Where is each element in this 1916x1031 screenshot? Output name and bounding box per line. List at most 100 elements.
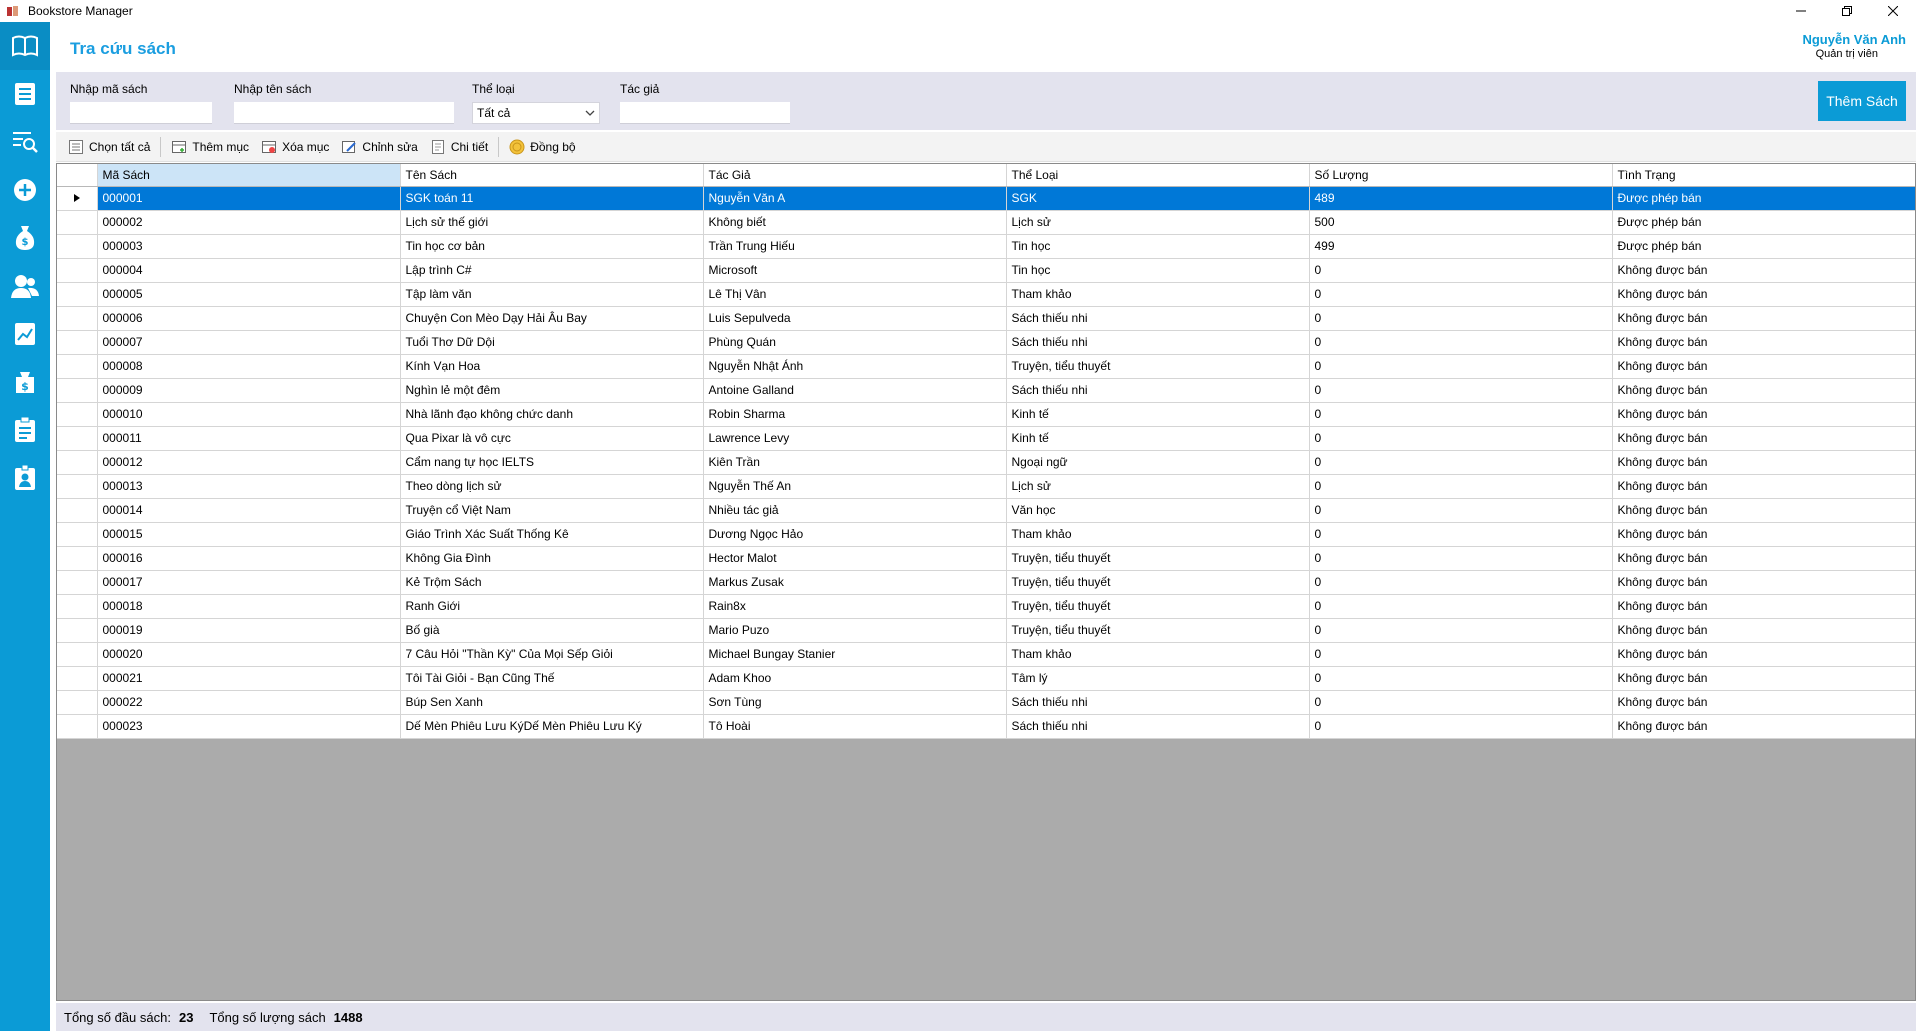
cell-ten-sach[interactable]: Ranh Giới <box>400 594 704 619</box>
cell-tac-gia[interactable]: Michael Bungay Stanier <box>703 642 1007 667</box>
column-header-ma-sach[interactable]: Mã Sách <box>97 164 401 187</box>
cell-the-loai[interactable]: Tham khảo <box>1006 642 1310 667</box>
cell-the-loai[interactable]: Truyện, tiểu thuyết <box>1006 594 1310 619</box>
cell-tac-gia[interactable]: Nguyễn Văn A <box>703 186 1007 211</box>
row-header[interactable] <box>57 498 98 523</box>
cell-so-luong[interactable]: 0 <box>1309 522 1613 547</box>
table-row[interactable]: 000004 Lập trình C# Microsoft Tin học 0 Không… <box>57 258 1915 283</box>
cell-so-luong[interactable]: 500 <box>1309 210 1613 235</box>
cell-ten-sach[interactable]: Tin học cơ bản <box>400 234 704 259</box>
cell-the-loai[interactable]: Văn học <box>1006 498 1310 523</box>
sidebar-item-tasks[interactable] <box>0 406 50 454</box>
cell-the-loai[interactable]: Tâm lý <box>1006 666 1310 691</box>
cell-ma-sach[interactable]: 000019 <box>97 618 401 643</box>
cell-ten-sach[interactable]: Truyện cổ Việt Nam <box>400 498 704 523</box>
cell-tinh-trang[interactable]: Không được bán <box>1612 666 1915 691</box>
table-row[interactable]: 000006 Chuyện Con Mèo Dạy Hải Âu Bay Luis … <box>57 306 1915 331</box>
cell-ten-sach[interactable]: Theo dòng lịch sử <box>400 474 704 499</box>
row-header[interactable] <box>57 234 98 259</box>
column-header-ten-sach[interactable]: Tên Sách <box>400 164 704 187</box>
cell-ma-sach[interactable]: 000016 <box>97 546 401 571</box>
ma-sach-input[interactable] <box>70 102 212 124</box>
delete-item-button[interactable]: Xóa mục <box>255 135 335 159</box>
table-row[interactable]: 000023 Dế Mèn Phiêu Lưu KýDế Mèn Phiêu Lư… <box>57 714 1915 739</box>
cell-ma-sach[interactable]: 000021 <box>97 666 401 691</box>
cell-ten-sach[interactable]: Búp Sen Xanh <box>400 690 704 715</box>
minimize-button[interactable] <box>1778 0 1824 22</box>
sidebar-item-report[interactable] <box>0 310 50 358</box>
row-header[interactable] <box>57 378 98 403</box>
row-header[interactable] <box>57 522 98 547</box>
cell-ten-sach[interactable]: Cẩm nang tự học IELTS <box>400 450 704 475</box>
cell-tac-gia[interactable]: Không biết <box>703 210 1007 235</box>
sidebar-item-books[interactable] <box>0 22 50 70</box>
sidebar-item-search[interactable] <box>0 118 50 166</box>
cell-the-loai[interactable]: Lịch sử <box>1006 210 1310 235</box>
column-header-tac-gia[interactable]: Tác Giả <box>703 164 1007 187</box>
sidebar-item-revenue[interactable]: $ <box>0 214 50 262</box>
cell-tinh-trang[interactable]: Không được bán <box>1612 690 1915 715</box>
table-row[interactable]: 000019 Bố già Mario Puzo Truyện, tiểu thuyế… <box>57 618 1915 643</box>
row-header[interactable] <box>57 666 98 691</box>
cell-so-luong[interactable]: 0 <box>1309 450 1613 475</box>
sidebar-item-add[interactable] <box>0 166 50 214</box>
cell-ma-sach[interactable]: 000009 <box>97 378 401 403</box>
cell-tinh-trang[interactable]: Không được bán <box>1612 594 1915 619</box>
cell-ma-sach[interactable]: 000011 <box>97 426 401 451</box>
cell-so-luong[interactable]: 0 <box>1309 498 1613 523</box>
cell-the-loai[interactable]: Truyện, tiểu thuyết <box>1006 618 1310 643</box>
cell-ma-sach[interactable]: 000010 <box>97 402 401 427</box>
cell-ma-sach[interactable]: 000005 <box>97 282 401 307</box>
cell-ma-sach[interactable]: 000004 <box>97 258 401 283</box>
cell-tinh-trang[interactable]: Được phép bán <box>1612 210 1915 235</box>
cell-tac-gia[interactable]: Robin Sharma <box>703 402 1007 427</box>
table-row[interactable]: 000020 7 Câu Hỏi "Thần Kỳ" Của Mọi Sếp Gi… <box>57 642 1915 667</box>
cell-so-luong[interactable]: 0 <box>1309 474 1613 499</box>
table-row[interactable]: 000016 Không Gia Đình Hector Malot Truyện, … <box>57 546 1915 571</box>
cell-the-loai[interactable]: SGK <box>1006 186 1310 211</box>
cell-tinh-trang[interactable]: Không được bán <box>1612 258 1915 283</box>
cell-the-loai[interactable]: Truyện, tiểu thuyết <box>1006 354 1310 379</box>
sync-button[interactable]: Đồng bộ <box>503 135 581 159</box>
table-row[interactable]: 000021 Tôi Tài Giỏi - Bạn Cũng Thế Adam Kh… <box>57 666 1915 691</box>
cell-tinh-trang[interactable]: Không được bán <box>1612 282 1915 307</box>
cell-tac-gia[interactable]: Dương Ngọc Hảo <box>703 522 1007 547</box>
add-item-button[interactable]: Thêm mục <box>165 135 255 159</box>
cell-so-luong[interactable]: 0 <box>1309 354 1613 379</box>
cell-so-luong[interactable]: 0 <box>1309 594 1613 619</box>
table-row[interactable]: 000014 Truyện cổ Việt Nam Nhiều tác giả Văn… <box>57 498 1915 523</box>
tac-gia-input[interactable] <box>620 102 790 124</box>
cell-tinh-trang[interactable]: Được phép bán <box>1612 234 1915 259</box>
cell-the-loai[interactable]: Truyện, tiểu thuyết <box>1006 570 1310 595</box>
select-all-button[interactable]: Chọn tất cả <box>62 135 156 159</box>
cell-so-luong[interactable]: 499 <box>1309 234 1613 259</box>
cell-ma-sach[interactable]: 000003 <box>97 234 401 259</box>
cell-ten-sach[interactable]: Nghìn lẻ một đêm <box>400 378 704 403</box>
cell-tac-gia[interactable]: Adam Khoo <box>703 666 1007 691</box>
restore-button[interactable] <box>1824 0 1870 22</box>
cell-tinh-trang[interactable]: Không được bán <box>1612 402 1915 427</box>
cell-ma-sach[interactable]: 000012 <box>97 450 401 475</box>
cell-so-luong[interactable]: 0 <box>1309 258 1613 283</box>
edit-button[interactable]: Chỉnh sửa <box>335 135 423 159</box>
add-book-button[interactable]: Thêm Sách <box>1818 81 1906 121</box>
cell-tac-gia[interactable]: Markus Zusak <box>703 570 1007 595</box>
cell-tac-gia[interactable]: Lê Thị Vân <box>703 282 1007 307</box>
cell-tac-gia[interactable]: Kiên Trần <box>703 450 1007 475</box>
cell-so-luong[interactable]: 0 <box>1309 330 1613 355</box>
cell-ten-sach[interactable]: Không Gia Đình <box>400 546 704 571</box>
cell-ten-sach[interactable]: Nhà lãnh đạo không chức danh <box>400 402 704 427</box>
cell-tac-gia[interactable]: Rain8x <box>703 594 1007 619</box>
cell-so-luong[interactable]: 0 <box>1309 666 1613 691</box>
cell-ten-sach[interactable]: Tuổi Thơ Dữ Dội <box>400 330 704 355</box>
ten-sach-input[interactable] <box>234 102 454 124</box>
cell-tinh-trang[interactable]: Không được bán <box>1612 570 1915 595</box>
cell-ma-sach[interactable]: 000018 <box>97 594 401 619</box>
table-row[interactable]: 000010 Nhà lãnh đạo không chức danh Robin … <box>57 402 1915 427</box>
cell-tac-gia[interactable]: Hector Malot <box>703 546 1007 571</box>
row-header[interactable] <box>57 354 98 379</box>
cell-tac-gia[interactable]: Trần Trung Hiếu <box>703 234 1007 259</box>
cell-the-loai[interactable]: Tin học <box>1006 258 1310 283</box>
cell-so-luong[interactable]: 0 <box>1309 306 1613 331</box>
table-row[interactable]: 000013 Theo dòng lịch sử Nguyễn Thế An Lịch… <box>57 474 1915 499</box>
